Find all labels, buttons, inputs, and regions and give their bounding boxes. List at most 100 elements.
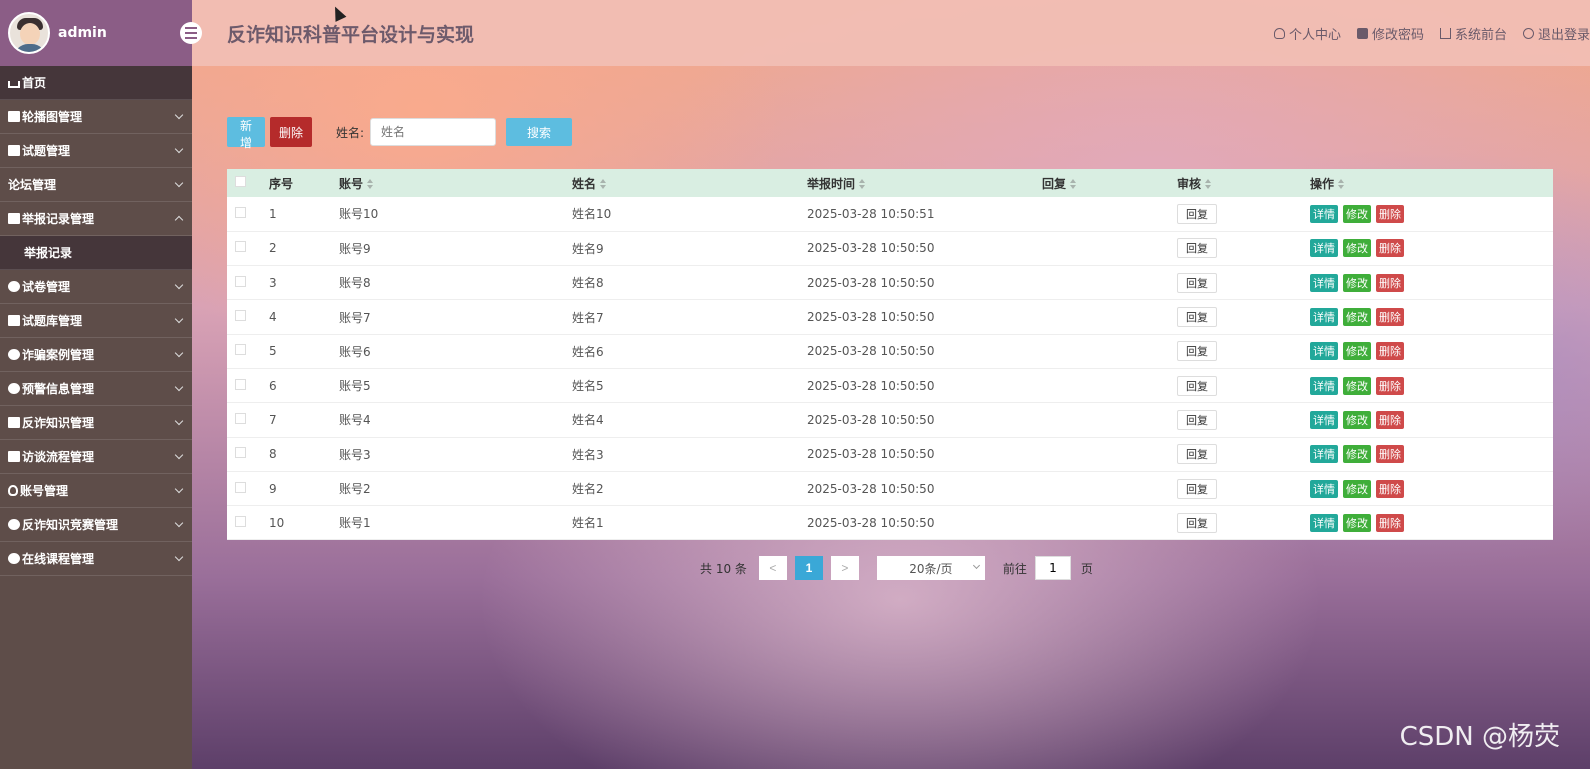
row-checkbox[interactable] [235,310,246,322]
reply-button[interactable]: 回复 [1177,203,1217,224]
search-input[interactable] [370,118,497,146]
col-index[interactable]: 序号 [269,169,339,197]
logout-link[interactable]: 退出登录 [1522,24,1590,43]
cell-index: 7 [269,402,339,438]
row-delete-button[interactable]: 删除 [1376,445,1404,464]
edit-button[interactable]: 修改 [1343,376,1371,395]
sidebar-item-2[interactable]: 试题管理 [0,134,192,168]
sidebar-item-1[interactable]: 轮播图管理 [0,100,192,134]
col-actions[interactable]: 操作 [1310,169,1553,197]
row-checkbox[interactable] [235,275,246,287]
sidebar-item-4[interactable]: 举报记录管理 [0,202,192,236]
cell-index: 3 [269,265,339,301]
sort-icon[interactable] [600,179,607,189]
sidebar-item-7[interactable]: 诈骗案例管理 [0,338,192,372]
reply-button[interactable]: 回复 [1177,341,1217,362]
delete-button[interactable]: 删除 [270,117,312,147]
row-delete-button[interactable]: 删除 [1376,273,1404,292]
sidebar-item-12[interactable]: 反诈知识竞赛管理 [0,508,192,542]
edit-button[interactable]: 修改 [1343,308,1371,327]
row-checkbox[interactable] [235,241,246,253]
sidebar-item-6[interactable]: 试题库管理 [0,304,192,338]
col-review[interactable]: 审核 [1177,169,1310,197]
goto-page-input[interactable] [1034,556,1071,580]
row-checkbox[interactable] [235,206,246,218]
sort-icon[interactable] [1205,179,1212,189]
page-size-select[interactable]: 20条/页 [876,556,985,580]
change-password-link[interactable]: 修改密码 [1356,24,1424,43]
page-1-button[interactable]: 1 [794,556,823,580]
front-site-link[interactable]: 系统前台 [1439,24,1507,43]
row-checkbox[interactable] [235,378,246,390]
sidebar-item-0[interactable]: 首页 [0,66,192,100]
detail-button[interactable]: 详情 [1310,308,1338,327]
detail-button[interactable]: 详情 [1310,342,1338,361]
detail-button[interactable]: 详情 [1310,410,1338,429]
row-delete-button[interactable]: 删除 [1376,513,1404,532]
row-checkbox[interactable] [235,515,246,527]
sort-icon[interactable] [1070,179,1077,189]
col-report-time[interactable]: 举报时间 [807,169,1042,197]
edit-button[interactable]: 修改 [1343,204,1371,223]
row-checkbox[interactable] [235,481,246,493]
reply-button[interactable]: 回复 [1177,409,1217,430]
col-reply[interactable]: 回复 [1042,169,1177,197]
sidebar-item-11[interactable]: 账号管理 [0,474,192,508]
sidebar-item-9[interactable]: 反诈知识管理 [0,406,192,440]
edit-button[interactable]: 修改 [1343,445,1371,464]
search-button[interactable]: 搜索 [506,118,573,146]
edit-button[interactable]: 修改 [1343,342,1371,361]
edit-button[interactable]: 修改 [1343,273,1371,292]
row-delete-button[interactable]: 删除 [1376,479,1404,498]
sidebar-item-5[interactable]: 试卷管理 [0,270,192,304]
detail-button[interactable]: 详情 [1310,513,1338,532]
sort-icon[interactable] [859,179,866,189]
reply-button[interactable]: 回复 [1177,238,1217,259]
prev-page-button[interactable]: < [758,556,787,580]
pagination: 共 10 条 < 1 > 20条/页 前往 页 [700,556,1093,580]
row-delete-button[interactable]: 删除 [1376,410,1404,429]
reply-button[interactable]: 回复 [1177,307,1217,328]
row-checkbox[interactable] [235,447,246,459]
reply-button[interactable]: 回复 [1177,375,1217,396]
reply-button[interactable]: 回复 [1177,512,1217,533]
sidebar-subitem-report-records[interactable]: 举报记录 [0,236,192,270]
cell-account: 账号1 [339,505,572,541]
select-all-checkbox[interactable] [235,176,246,187]
detail-button[interactable]: 详情 [1310,204,1338,223]
cell-index: 8 [269,437,339,472]
detail-button[interactable]: 详情 [1310,273,1338,292]
row-checkbox[interactable] [235,412,246,424]
detail-button[interactable]: 详情 [1310,376,1338,395]
edit-button[interactable]: 修改 [1343,239,1371,258]
row-delete-button[interactable]: 删除 [1376,308,1404,327]
row-delete-button[interactable]: 删除 [1376,239,1404,258]
row-delete-button[interactable]: 删除 [1376,342,1404,361]
reply-button[interactable]: 回复 [1177,272,1217,293]
menu-toggle-icon[interactable] [180,22,202,44]
sidebar-item-10[interactable]: 访谈流程管理 [0,440,192,474]
edit-button[interactable]: 修改 [1343,479,1371,498]
row-delete-button[interactable]: 删除 [1376,376,1404,395]
add-button[interactable]: 新增 [227,117,265,150]
sort-icon[interactable] [367,179,374,189]
col-account[interactable]: 账号 [339,169,572,197]
reply-button[interactable]: 回复 [1177,478,1217,499]
reply-button[interactable]: 回复 [1177,444,1217,465]
detail-button[interactable]: 详情 [1310,239,1338,258]
personal-center-link[interactable]: 个人中心 [1273,24,1341,43]
sidebar-item-8[interactable]: 预警信息管理 [0,372,192,406]
detail-button[interactable]: 详情 [1310,445,1338,464]
detail-button[interactable]: 详情 [1310,479,1338,498]
next-page-button[interactable]: > [830,556,859,580]
row-checkbox[interactable] [235,344,246,356]
row-delete-button[interactable]: 删除 [1376,204,1404,223]
edit-button[interactable]: 修改 [1343,513,1371,532]
col-name[interactable]: 姓名 [572,169,807,197]
avatar[interactable] [8,12,50,54]
sidebar-item-3[interactable]: 论坛管理 [0,168,192,202]
edit-button[interactable]: 修改 [1343,410,1371,429]
sort-icon[interactable] [1338,179,1345,189]
sidebar-item-13[interactable]: 在线课程管理 [0,542,192,576]
page-unit-label: 页 [1080,561,1093,576]
